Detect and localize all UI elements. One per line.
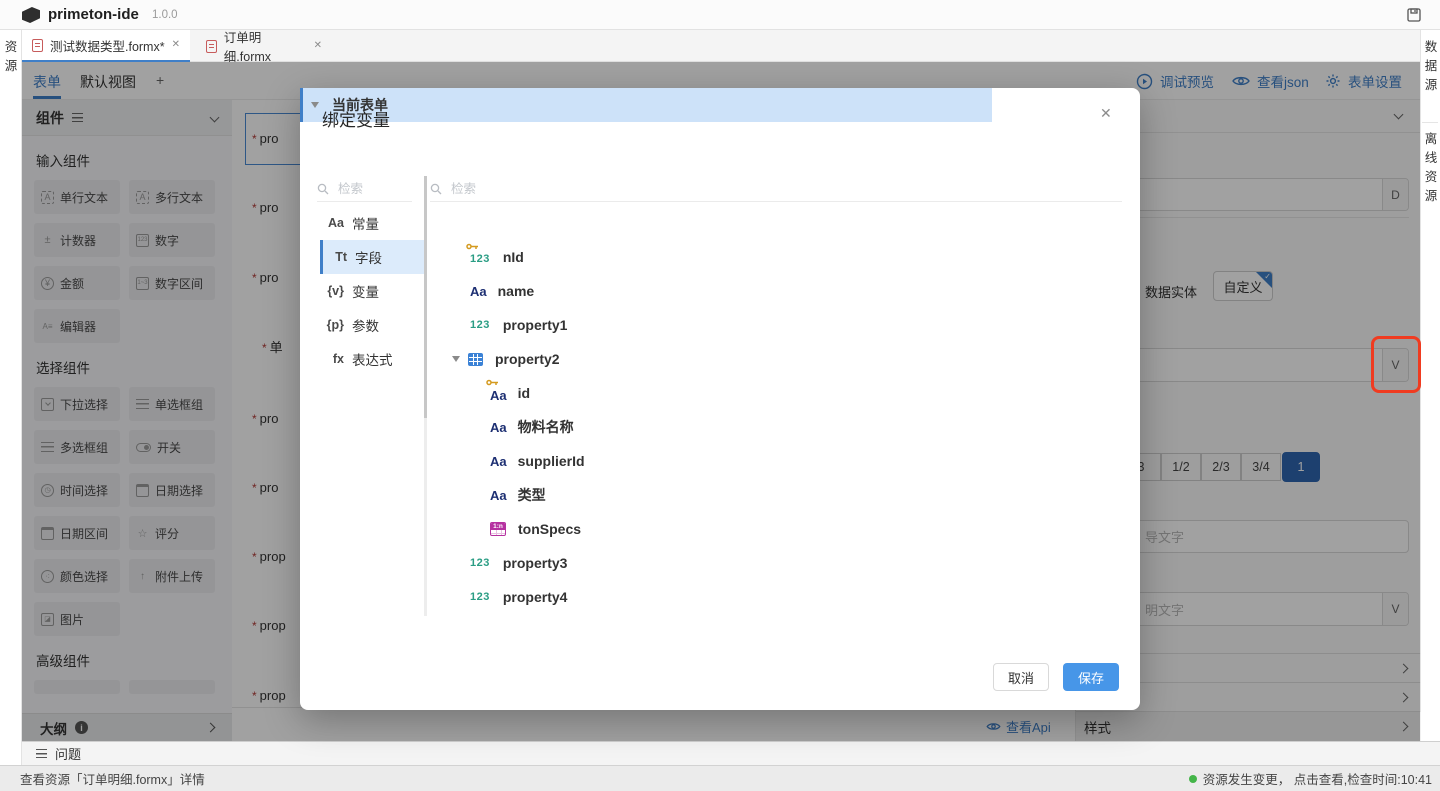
tree-search[interactable] — [430, 176, 1122, 202]
caret-down-icon[interactable] — [311, 102, 319, 108]
text-type-icon: Aa — [490, 388, 507, 403]
primary-key-icon — [466, 242, 479, 251]
form-file-icon — [32, 39, 43, 52]
search-icon — [430, 183, 442, 195]
text-type-icon: Aa — [490, 454, 507, 469]
tree-node-property3[interactable]: 123 property3 — [470, 546, 567, 580]
annotation-highlight-rect — [1371, 336, 1421, 393]
search-input[interactable] — [449, 181, 509, 197]
category-parameter[interactable]: {p} 参数 — [320, 308, 424, 342]
app-title: primeton-ide — [48, 6, 139, 23]
category-constant[interactable]: Aa 常量 — [320, 206, 424, 240]
status-right[interactable]: 资源发生变更， 点击查看,检查时间:10:41 — [1189, 769, 1432, 788]
scrollbar-thumb[interactable] — [424, 176, 427, 418]
list-icon — [36, 749, 47, 758]
text-type-icon: Aa — [490, 420, 507, 435]
status-right-text: 资源发生变更， 点击查看,检查时间:10:41 — [1203, 769, 1432, 788]
tab-close-icon[interactable] — [314, 41, 322, 51]
table-type-icon — [468, 353, 483, 366]
app-window: primeton-ide 1.0.0 资源 数据源 离线资源 测试数据类型.fo… — [0, 0, 1440, 791]
problems-bar[interactable]: 问题 — [22, 741, 1440, 765]
tree-node-property1[interactable]: 123 property1 — [470, 308, 567, 342]
relation-type-icon: 1:n — [490, 522, 506, 536]
number-type-icon: 123 — [470, 591, 490, 603]
number-type-icon: 123 — [470, 557, 490, 569]
sidebar-item-datasource[interactable]: 数据源 — [1421, 38, 1440, 95]
tree-root-current-form[interactable]: 当前表单 — [300, 88, 992, 122]
search-input[interactable] — [336, 181, 396, 197]
app-logo-icon — [22, 7, 40, 23]
text-type-icon: Aa — [490, 488, 507, 503]
tree-node-type[interactable]: Aa 类型 — [490, 478, 546, 512]
text-type-icon: Aa — [470, 284, 487, 299]
form-file-icon — [206, 40, 217, 53]
app-titlebar: primeton-ide 1.0.0 — [0, 0, 1440, 30]
category-expression[interactable]: fx 表达式 — [320, 342, 424, 376]
caret-down-icon[interactable] — [452, 356, 460, 362]
rail-divider — [1422, 122, 1438, 123]
save-button[interactable]: 保存 — [1063, 663, 1119, 691]
tree-node-tonspecs[interactable]: 1:n tonSpecs — [490, 512, 581, 546]
tree-node-nid[interactable]: 123 nId — [470, 240, 524, 274]
right-rail: 数据源 离线资源 — [1420, 30, 1440, 741]
status-left-text[interactable]: 查看资源「订单明细.formx」详情 — [20, 769, 205, 788]
left-rail: 资源 — [0, 30, 22, 765]
tree-node-name[interactable]: Aa name — [470, 274, 534, 308]
number-type-icon: 123 — [470, 253, 490, 265]
bind-variable-dialog: 绑定变量 Aa 常量 Tt 字段 {v} 变量 {p} 参数 — [300, 88, 1140, 710]
tree-node-property2[interactable]: property2 — [452, 342, 560, 376]
status-bar: 查看资源「订单明细.formx」详情 资源发生变更， 点击查看,检查时间:10:… — [0, 765, 1440, 791]
sidebar-item-resources[interactable]: 资源 — [1, 38, 21, 76]
tree-node-supplierid[interactable]: Aa supplierId — [490, 444, 585, 478]
category-variable[interactable]: {v} 变量 — [320, 274, 424, 308]
tree-node-material-name[interactable]: Aa 物料名称 — [490, 410, 574, 444]
tree-node-id[interactable]: Aa id — [490, 376, 530, 410]
number-type-icon: 123 — [470, 319, 490, 331]
app-version: 1.0.0 — [152, 9, 178, 21]
save-icon[interactable] — [1406, 7, 1422, 23]
dialog-title: 绑定变量 — [322, 106, 390, 131]
category-field[interactable]: Tt 字段 — [320, 240, 424, 274]
tree-node-property4[interactable]: 123 property4 — [470, 580, 567, 614]
category-search[interactable] — [317, 176, 412, 202]
cancel-button[interactable]: 取消 — [993, 663, 1049, 691]
sidebar-item-offline-resources[interactable]: 离线资源 — [1421, 130, 1440, 206]
tab-close-icon[interactable] — [172, 40, 180, 50]
close-icon[interactable] — [1100, 108, 1112, 118]
tab-test-data-type[interactable]: 测试数据类型.formx* — [22, 30, 190, 62]
tab-order-detail[interactable]: 订单明细.formx — [196, 30, 332, 62]
primary-key-icon — [486, 378, 499, 387]
search-icon — [317, 183, 329, 195]
status-ok-dot — [1189, 775, 1197, 783]
